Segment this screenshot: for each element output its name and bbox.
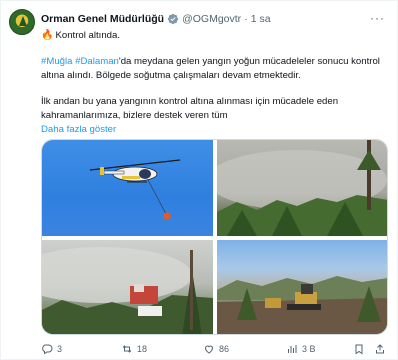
forest-illustration xyxy=(217,140,387,236)
like-button[interactable]: 86 xyxy=(203,343,229,355)
more-options-icon[interactable]: ··· xyxy=(370,11,385,25)
reply-button[interactable]: 3 xyxy=(41,343,62,355)
author-handle[interactable]: @OGMgovtr xyxy=(182,13,241,25)
tweet-text: 🔥 Kontrol altında. #Muğla #Dalaman'da mey… xyxy=(41,29,381,137)
helicopter-photo[interactable] xyxy=(42,140,213,236)
separator-dot: · xyxy=(244,13,248,25)
hashtag-mugla[interactable]: #Muğla xyxy=(41,56,72,67)
repost-button[interactable]: 18 xyxy=(121,343,147,355)
fire-emoji-icon: 🔥 xyxy=(41,30,54,41)
bulldozer-photo[interactable] xyxy=(217,240,387,334)
tree-logo-icon xyxy=(19,16,27,26)
share-icon xyxy=(376,344,384,354)
tweet-card[interactable]: Orman Genel Müdürlüğü @OGMgovtr · 1 sa ·… xyxy=(0,0,398,360)
like-count: 86 xyxy=(219,344,230,354)
show-more-link[interactable]: Daha fazla göster xyxy=(41,123,381,137)
tweet-header: Orman Genel Müdürlüğü @OGMgovtr · 1 sa xyxy=(41,11,271,27)
tweet-line-1: 🔥 Kontrol altında. xyxy=(41,29,381,43)
share-button[interactable] xyxy=(374,343,386,355)
reply-icon xyxy=(42,344,53,355)
heart-icon xyxy=(204,345,214,354)
views-button[interactable]: 3 B xyxy=(286,343,316,355)
helicopter-illustration xyxy=(89,159,181,220)
tweet-paragraph-2: #Muğla #Dalaman'da meydana gelen yangın … xyxy=(41,55,381,83)
views-chart-icon xyxy=(288,345,297,353)
author-name[interactable]: Orman Genel Müdürlüğü xyxy=(41,13,164,25)
bookmark-button[interactable] xyxy=(353,343,365,355)
fire-truck-photo[interactable] xyxy=(42,240,213,334)
media-grid xyxy=(41,139,388,335)
bookmark-icon xyxy=(355,344,363,355)
tweet-paragraph-3: İlk andan bu yana yangının kontrol altın… xyxy=(41,96,339,121)
fire-truck-illustration xyxy=(42,247,213,334)
hashtag-dalaman[interactable]: #Dalaman xyxy=(75,56,119,67)
repost-icon xyxy=(122,345,132,353)
action-bar: 3 18 86 3 B xyxy=(41,342,386,356)
smoke-forest-photo[interactable] xyxy=(217,140,387,236)
tweet-line-1-text: Kontrol altında. xyxy=(55,30,120,41)
reply-count: 3 xyxy=(57,344,63,354)
avatar[interactable] xyxy=(9,9,35,35)
repost-count: 18 xyxy=(137,344,148,354)
bulldozer-illustration xyxy=(217,276,387,334)
post-time[interactable]: 1 sa xyxy=(251,13,271,25)
verified-badge-icon xyxy=(167,13,179,25)
views-count: 3 B xyxy=(302,344,316,354)
